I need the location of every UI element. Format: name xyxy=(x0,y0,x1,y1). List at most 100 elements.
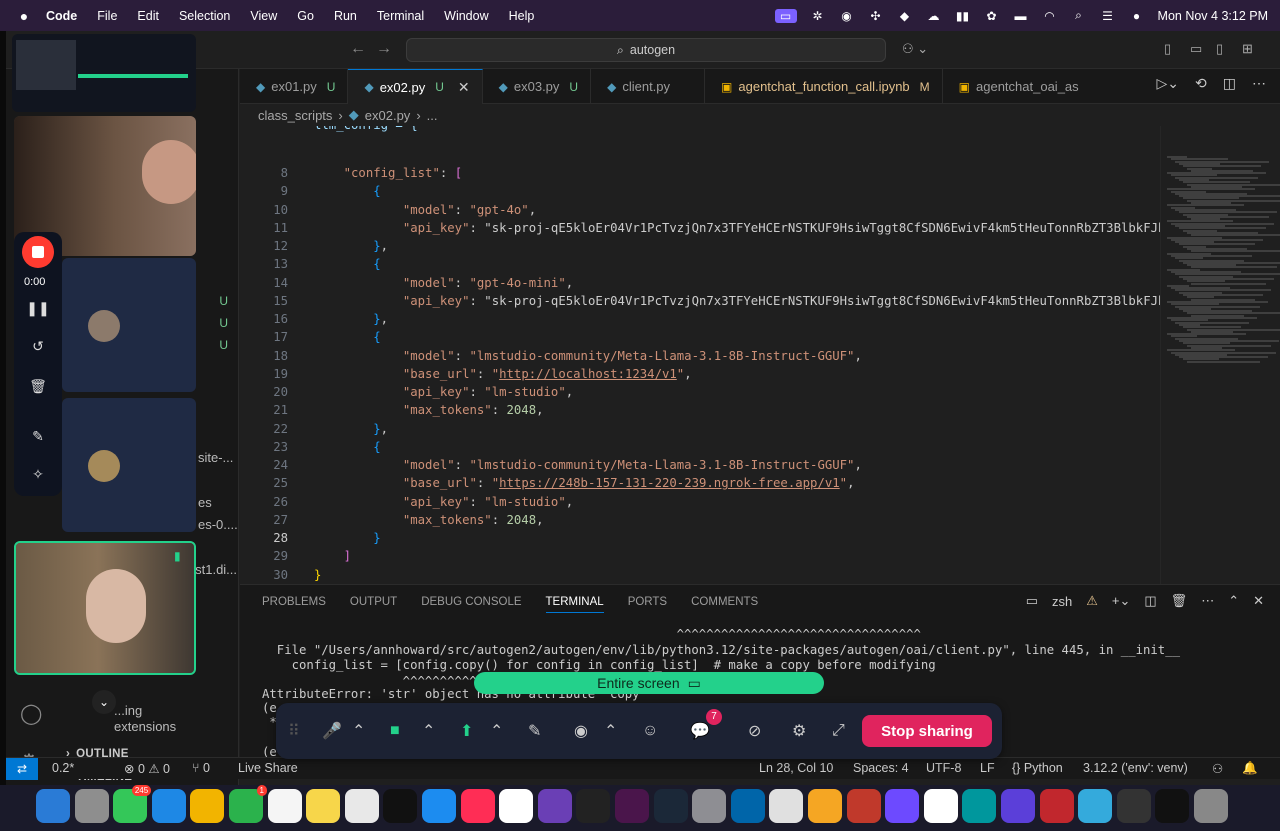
tab-ex03[interactable]: ◆ ex03.py U xyxy=(483,69,592,104)
emoji-icon[interactable]: ☺ xyxy=(642,719,658,743)
effects-icon[interactable]: ✧ xyxy=(26,466,50,486)
status-ports[interactable]: ⑂ 0 xyxy=(192,761,210,775)
tab-output[interactable]: OUTPUT xyxy=(350,596,397,608)
annotate-pen-icon[interactable]: ✎ xyxy=(528,719,541,743)
capcut-icon[interactable] xyxy=(1155,789,1190,823)
menu-view[interactable]: View xyxy=(250,9,277,23)
explorer-item[interactable]: site-... xyxy=(198,450,233,465)
freeform-icon[interactable] xyxy=(344,789,379,823)
audio-levels-icon[interactable]: ▮▮ xyxy=(955,9,971,23)
pencil-icon[interactable] xyxy=(769,789,804,823)
proton-icon[interactable] xyxy=(885,789,920,823)
explorer-item[interactable]: es-0.... xyxy=(198,517,238,532)
customize-layout-icon[interactable]: ⊞ xyxy=(1242,41,1253,57)
chevron-up-icon[interactable]: ⌃ xyxy=(352,719,365,743)
slack-icon[interactable] xyxy=(615,789,649,823)
command-center-search[interactable]: ⌕ autogen xyxy=(406,38,886,62)
photos-icon[interactable] xyxy=(190,789,225,823)
siri-icon[interactable]: ● xyxy=(1129,9,1145,23)
messages-icon[interactable]: 245 xyxy=(113,785,152,823)
zotero-icon[interactable] xyxy=(1039,789,1074,823)
menu-go[interactable]: Go xyxy=(297,9,314,23)
dropbox-icon[interactable]: ◆ xyxy=(897,9,913,23)
status-problems[interactable]: ⊗ 0 ⚠ 0 xyxy=(124,761,170,776)
terminal-shell-label[interactable]: zsh xyxy=(1052,594,1072,609)
battery-icon[interactable]: ▬ xyxy=(1013,9,1029,23)
copilot-icon[interactable]: ⚇ ⌄ xyxy=(902,41,928,57)
trash-icon[interactable]: 🗑 xyxy=(1171,593,1188,609)
cloud-icon[interactable]: ☁ xyxy=(926,9,942,23)
record-icon[interactable]: ◉ xyxy=(574,719,588,743)
split-editor-icon[interactable]: ◫ xyxy=(1223,75,1236,92)
tab-debug-console[interactable]: DEBUG CONSOLE xyxy=(421,596,521,608)
tab-agentchat-function-call[interactable]: ▣ agentchat_function_call.ipynb M xyxy=(705,69,943,104)
status-cursor-position[interactable]: Ln 28, Col 10 xyxy=(759,761,833,775)
pause-icon[interactable]: ❚❚ xyxy=(26,300,50,320)
forward-arrow-icon[interactable]: → xyxy=(376,40,392,58)
reminders-icon[interactable] xyxy=(267,789,302,823)
menu-terminal[interactable]: Terminal xyxy=(377,9,424,23)
breadcrumb-folder[interactable]: class_scripts xyxy=(258,108,332,123)
menu-help[interactable]: Help xyxy=(509,9,535,23)
wifi-icon[interactable]: ◠ xyxy=(1042,9,1058,23)
pen-icon[interactable]: ✎ xyxy=(26,428,50,448)
menu-selection[interactable]: Selection xyxy=(179,9,230,23)
arduino-icon[interactable] xyxy=(962,789,997,823)
share-screen-icon[interactable]: ⬆ xyxy=(460,719,473,743)
maximize-panel-icon[interactable]: ⌃ xyxy=(1228,593,1239,609)
menu-edit[interactable]: Edit xyxy=(137,9,159,23)
tab-ex02[interactable]: ◆ ex02.py U ✕ xyxy=(348,69,483,104)
marker-icon[interactable] xyxy=(1001,789,1035,823)
menubar-clock[interactable]: Mon Nov 4 3:12 PM xyxy=(1158,9,1268,23)
stop-recording-button[interactable] xyxy=(22,236,54,268)
remote-indicator-icon[interactable]: ⇄ xyxy=(6,758,38,780)
chevron-up-icon[interactable]: ⌃ xyxy=(422,719,435,743)
settings-icon[interactable] xyxy=(692,789,727,823)
tab-problems[interactable]: PROBLEMS xyxy=(262,596,326,608)
bear-icon[interactable] xyxy=(808,789,842,823)
tab-terminal[interactable]: TERMINAL xyxy=(545,596,604,613)
obsidian-icon[interactable] xyxy=(537,789,572,823)
toggle-panel-icon[interactable]: ▭ xyxy=(1190,41,1202,57)
menu-file[interactable]: File xyxy=(97,9,117,23)
accounts-icon[interactable]: ⚇ xyxy=(1212,761,1223,776)
microphone-icon[interactable]: 🎤 xyxy=(322,719,342,743)
entire-screen-label[interactable]: Entire screen ▭ xyxy=(474,672,824,694)
camera-icon[interactable]: ■ xyxy=(390,719,400,743)
launchpad-icon[interactable] xyxy=(74,789,109,823)
chatgpt-tray-icon[interactable]: ◉ xyxy=(839,9,855,23)
chevron-up-icon[interactable]: ⌃ xyxy=(604,719,617,743)
status-encoding[interactable]: UTF-8 xyxy=(926,761,961,775)
notifications-icon[interactable]: 🔔 xyxy=(1242,761,1258,776)
trash-icon[interactable] xyxy=(1194,789,1228,823)
stop-sharing-button[interactable]: Stop sharing xyxy=(862,715,992,747)
explorer-item[interactable]: extensions xyxy=(114,719,176,734)
close-panel-icon[interactable]: ✕ xyxy=(1253,593,1264,609)
finder-icon[interactable] xyxy=(36,789,70,823)
vscode-icon[interactable] xyxy=(730,789,765,823)
notes-icon[interactable] xyxy=(306,789,341,823)
chrome-icon[interactable] xyxy=(499,789,534,823)
tab-agentchat-oai[interactable]: ▣ agentchat_oai_as xyxy=(943,69,1091,104)
new-terminal-icon[interactable]: +⌄ xyxy=(1112,593,1130,609)
restart-icon[interactable]: ↺ xyxy=(26,338,50,358)
tab-client[interactable]: ◆ client.py xyxy=(591,69,706,104)
account-icon[interactable]: ◯ xyxy=(20,701,42,726)
code-editor[interactable]: llm_config = { 8 "config_list": [9 {10 "… xyxy=(240,126,1160,584)
safari-icon[interactable] xyxy=(151,789,186,823)
chat-icon[interactable]: 💬 xyxy=(690,719,710,743)
status-version[interactable]: 0.2* xyxy=(52,761,74,775)
search-icon[interactable]: ⌕ xyxy=(1071,8,1087,23)
menu-run[interactable]: Run xyxy=(334,9,357,23)
back-arrow-icon[interactable]: ← xyxy=(350,40,366,58)
steam-icon[interactable] xyxy=(653,789,688,823)
status-indentation[interactable]: Spaces: 4 xyxy=(853,761,909,775)
news-icon[interactable] xyxy=(460,789,495,823)
terminal-icon[interactable] xyxy=(576,789,611,823)
breadcrumb-file[interactable]: ex02.py xyxy=(365,108,411,123)
status-eol[interactable]: LF xyxy=(980,761,995,775)
breadcrumb-symbol[interactable]: ... xyxy=(427,108,438,123)
menu-code[interactable]: Code xyxy=(46,9,77,23)
tab-ex01[interactable]: ◆ ex01.py U xyxy=(240,69,349,104)
app-tray-icon[interactable]: ✣ xyxy=(868,9,884,23)
